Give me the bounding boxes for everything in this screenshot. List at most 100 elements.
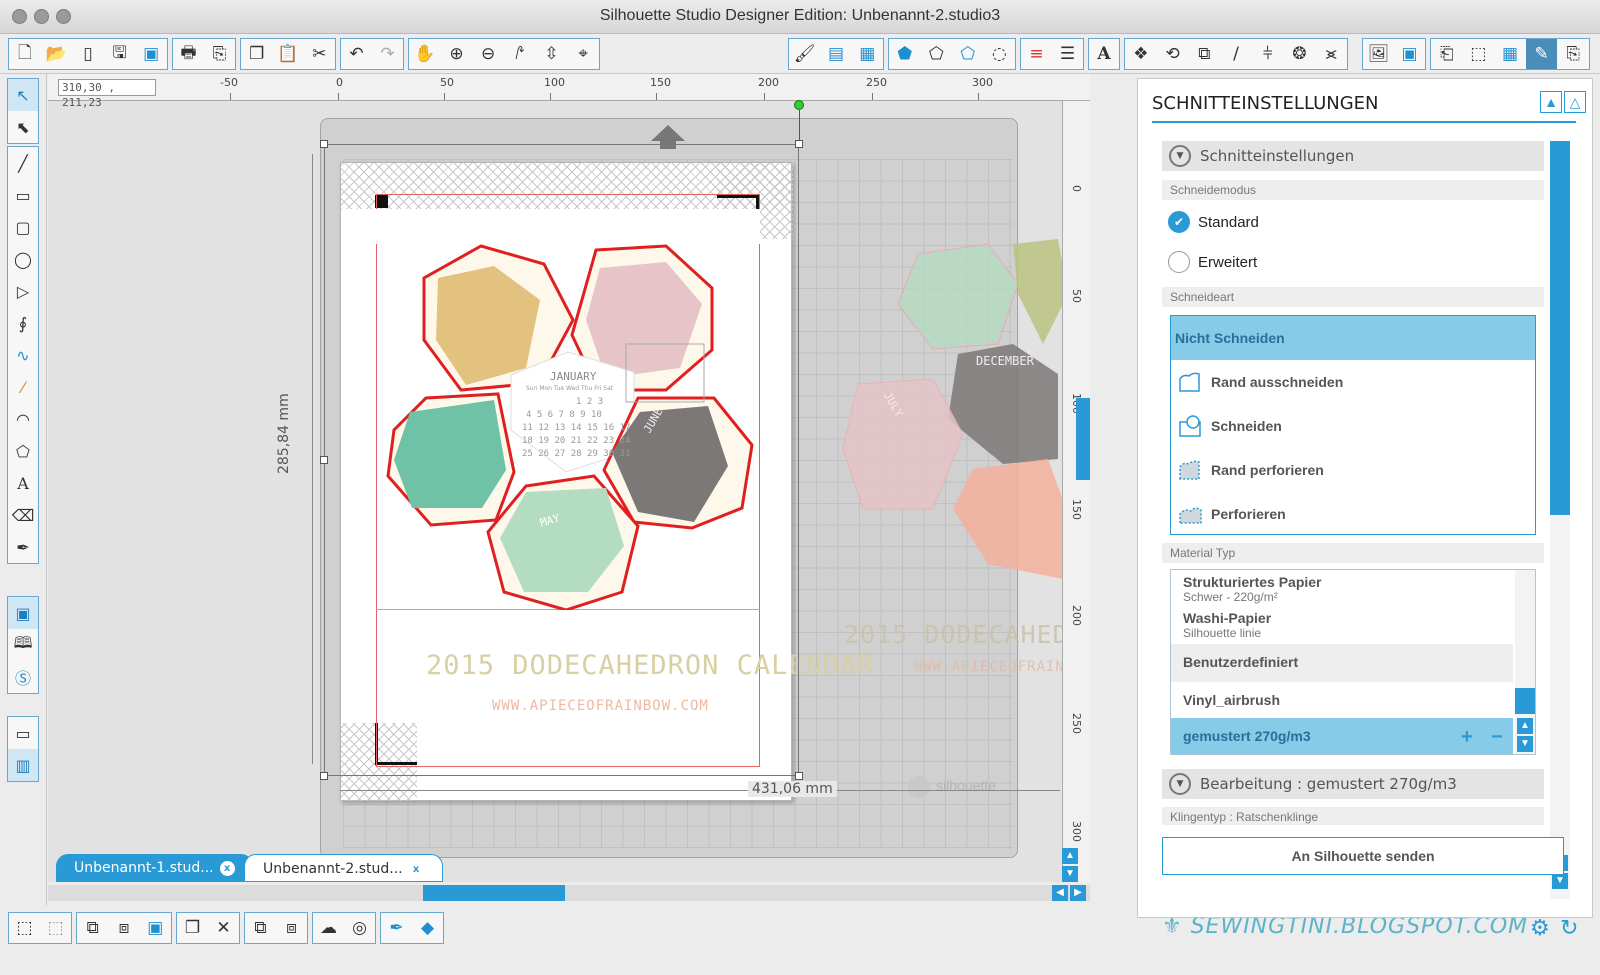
rectangle-tool-icon[interactable]: ▭ (8, 179, 38, 211)
vertical-scroll-thumb[interactable] (1076, 398, 1090, 480)
material-scroll-thumb[interactable] (1515, 688, 1535, 714)
material-item[interactable]: Strukturiertes Papier Schwer - 220g/m² (1171, 572, 1513, 608)
ungroup-icon[interactable]: ⬚ (40, 913, 71, 943)
send-to-silhouette-button[interactable]: An Silhouette senden (1162, 837, 1564, 875)
resize-handle[interactable] (795, 772, 803, 780)
pan-hand-icon[interactable]: ✋ (409, 39, 441, 69)
panel-expand-up-icon[interactable]: △ (1564, 91, 1586, 113)
rounded-rectangle-tool-icon[interactable]: ▢ (8, 211, 38, 243)
edit-points-icon[interactable]: ⬉ (8, 111, 38, 143)
section-processing[interactable]: ▼ Bearbeitung : gemustert 270g/m3 (1162, 769, 1544, 799)
redo-icon[interactable]: ↷ (372, 39, 403, 69)
undo-icon[interactable]: ↶ (341, 39, 372, 69)
eraser-tool-icon[interactable]: ⌫ (8, 499, 38, 531)
registration-marks-icon[interactable]: ⬚ (1463, 39, 1495, 69)
resize-handle[interactable] (320, 140, 328, 148)
store-icon[interactable]: ⎘ (1557, 39, 1589, 69)
zoom-out-icon[interactable]: ⊖ (472, 39, 504, 69)
regular-polygon-icon[interactable]: ⬠ (8, 435, 38, 467)
ellipse-tool-icon[interactable]: ◯ (8, 243, 38, 275)
curve-tool-icon[interactable]: ∮ (8, 307, 38, 339)
scroll-left-button[interactable]: ◀ (1052, 885, 1068, 901)
send-to-back-icon[interactable]: ⧈ (276, 913, 307, 943)
print-icon[interactable]: 🖶 (173, 39, 204, 69)
close-tab-icon[interactable]: x (409, 862, 424, 877)
horizontal-scrollbar[interactable]: ◀ ▶ (48, 885, 1090, 901)
cut-option-edge-cut[interactable]: Rand ausschneiden (1171, 360, 1535, 404)
save-icon[interactable]: 🖫 (104, 39, 136, 69)
delete-icon[interactable]: ✕ (208, 913, 239, 943)
grid-settings-icon[interactable]: ▦ (852, 39, 883, 69)
design-canvas[interactable]: 310,30 , 211,23 -50 0 50 100 150 200 250… (48, 74, 1090, 882)
cloud-shape-icon[interactable]: ☁ (313, 913, 344, 943)
panel-collapse-up-icon[interactable]: ▲ (1540, 91, 1562, 113)
offset-target-icon[interactable]: ◎ (344, 913, 375, 943)
shadow-icon[interactable]: ◌ (984, 39, 1016, 69)
resize-handle[interactable] (795, 140, 803, 148)
gradient-pentagon-icon[interactable]: ⬠ (921, 39, 953, 69)
library-book-icon[interactable]: 🕮 (8, 629, 38, 661)
smooth-freehand-icon[interactable]: ⁄ (8, 371, 38, 403)
knife-edit-icon[interactable]: ✒ (381, 913, 412, 943)
text-style-icon[interactable]: A (1089, 39, 1119, 69)
material-item[interactable]: Vinyl_airbrush (1171, 682, 1513, 718)
paste-icon[interactable]: 📋 (272, 39, 303, 69)
tab-document-1[interactable]: Unbenannt-1.stud... x (56, 854, 253, 882)
merge-icon[interactable]: ▣ (140, 913, 171, 943)
replicate-icon[interactable]: ⫩ (1252, 39, 1284, 69)
resize-handle[interactable] (320, 772, 328, 780)
refresh-icon[interactable]: ↻ (1560, 915, 1578, 941)
horizontal-scroll-thumb[interactable] (423, 885, 565, 901)
drag-zoom-icon[interactable]: ⇳ (536, 39, 568, 69)
scale-icon[interactable]: ⧉ (1188, 39, 1220, 69)
polygon-tool-icon[interactable]: ▷ (8, 275, 38, 307)
online-store-icon[interactable]: Ⓢ (8, 661, 38, 693)
single-view-icon[interactable]: ▭ (8, 717, 38, 749)
zoom-in-icon[interactable]: ⊕ (441, 39, 473, 69)
fill-bucket-icon[interactable]: 🖌 (789, 39, 820, 69)
line-tool-icon[interactable]: ╱ (8, 147, 38, 179)
radio-unchecked-icon[interactable] (1168, 251, 1190, 273)
panel-scroll-thumb[interactable] (1550, 141, 1570, 515)
mode-standard-option[interactable]: ✔ Standard (1168, 211, 1259, 233)
open-folder-icon[interactable]: 📂 (41, 39, 73, 69)
cut-option-edge-perforate[interactable]: Rand perforieren (1171, 448, 1535, 492)
radio-checked-icon[interactable]: ✔ (1168, 211, 1190, 233)
mode-advanced-option[interactable]: Erweitert (1168, 251, 1257, 273)
release-compound-icon[interactable]: ⧈ (108, 913, 139, 943)
line-style-icon[interactable]: ☰ (1052, 39, 1083, 69)
bring-to-front-icon[interactable]: ⧉ (245, 913, 276, 943)
select-arrow-icon[interactable]: ↖ (8, 79, 38, 111)
cut-option-perforate[interactable]: Perforieren (1171, 492, 1535, 536)
tab-document-2[interactable]: Unbenannt-2.stud... x (244, 854, 443, 882)
knife-tool-icon[interactable]: ✒ (8, 531, 38, 563)
material-item[interactable]: Washi-Papier Silhouette linie (1171, 608, 1513, 644)
close-tab-icon[interactable]: x (219, 861, 235, 876)
cut-scissors-icon[interactable]: ✂ (304, 39, 335, 69)
save-to-library-icon[interactable]: ▣ (135, 39, 167, 69)
shear-icon[interactable]: ∕ (1220, 39, 1252, 69)
cut-settings-icon[interactable]: ✎ (1525, 39, 1558, 69)
copy-icon[interactable]: ❐ (241, 39, 272, 69)
material-scroll-down[interactable]: ▼ (1517, 736, 1533, 752)
send-to-print-icon[interactable]: ⎘ (204, 39, 235, 69)
design-page-icon[interactable]: ▣ (8, 597, 38, 629)
cut-option-cut[interactable]: Schneiden (1171, 404, 1535, 448)
section-cut-settings[interactable]: ▼ Schnitteinstellungen (1162, 141, 1544, 171)
group-icon[interactable]: ⬚ (9, 913, 40, 943)
duplicate-icon[interactable]: ❐ (177, 913, 208, 943)
align-icon[interactable]: ❖ (1125, 39, 1157, 69)
material-item[interactable]: Benutzerdefiniert (1171, 644, 1513, 682)
material-scroll-up[interactable]: ▲ (1517, 718, 1533, 734)
panel-scrollbar[interactable]: ▲ ▼ (1550, 141, 1570, 899)
add-material-button[interactable]: + (1461, 726, 1473, 749)
rotate-handle[interactable] (794, 100, 804, 110)
freehand-tool-icon[interactable]: ∿ (8, 339, 38, 371)
print-and-cut-icon[interactable]: ▣ (1394, 39, 1425, 69)
modify-icon[interactable]: ❂ (1284, 39, 1316, 69)
gear-icon[interactable]: ⚙ (1530, 915, 1550, 941)
remove-material-button[interactable]: − (1491, 726, 1503, 749)
page-setup-icon[interactable]: ▤ (820, 39, 851, 69)
design-grid-icon[interactable]: ▦ (1494, 39, 1526, 69)
fill-color-pentagon-icon[interactable]: ⬟ (889, 39, 921, 69)
